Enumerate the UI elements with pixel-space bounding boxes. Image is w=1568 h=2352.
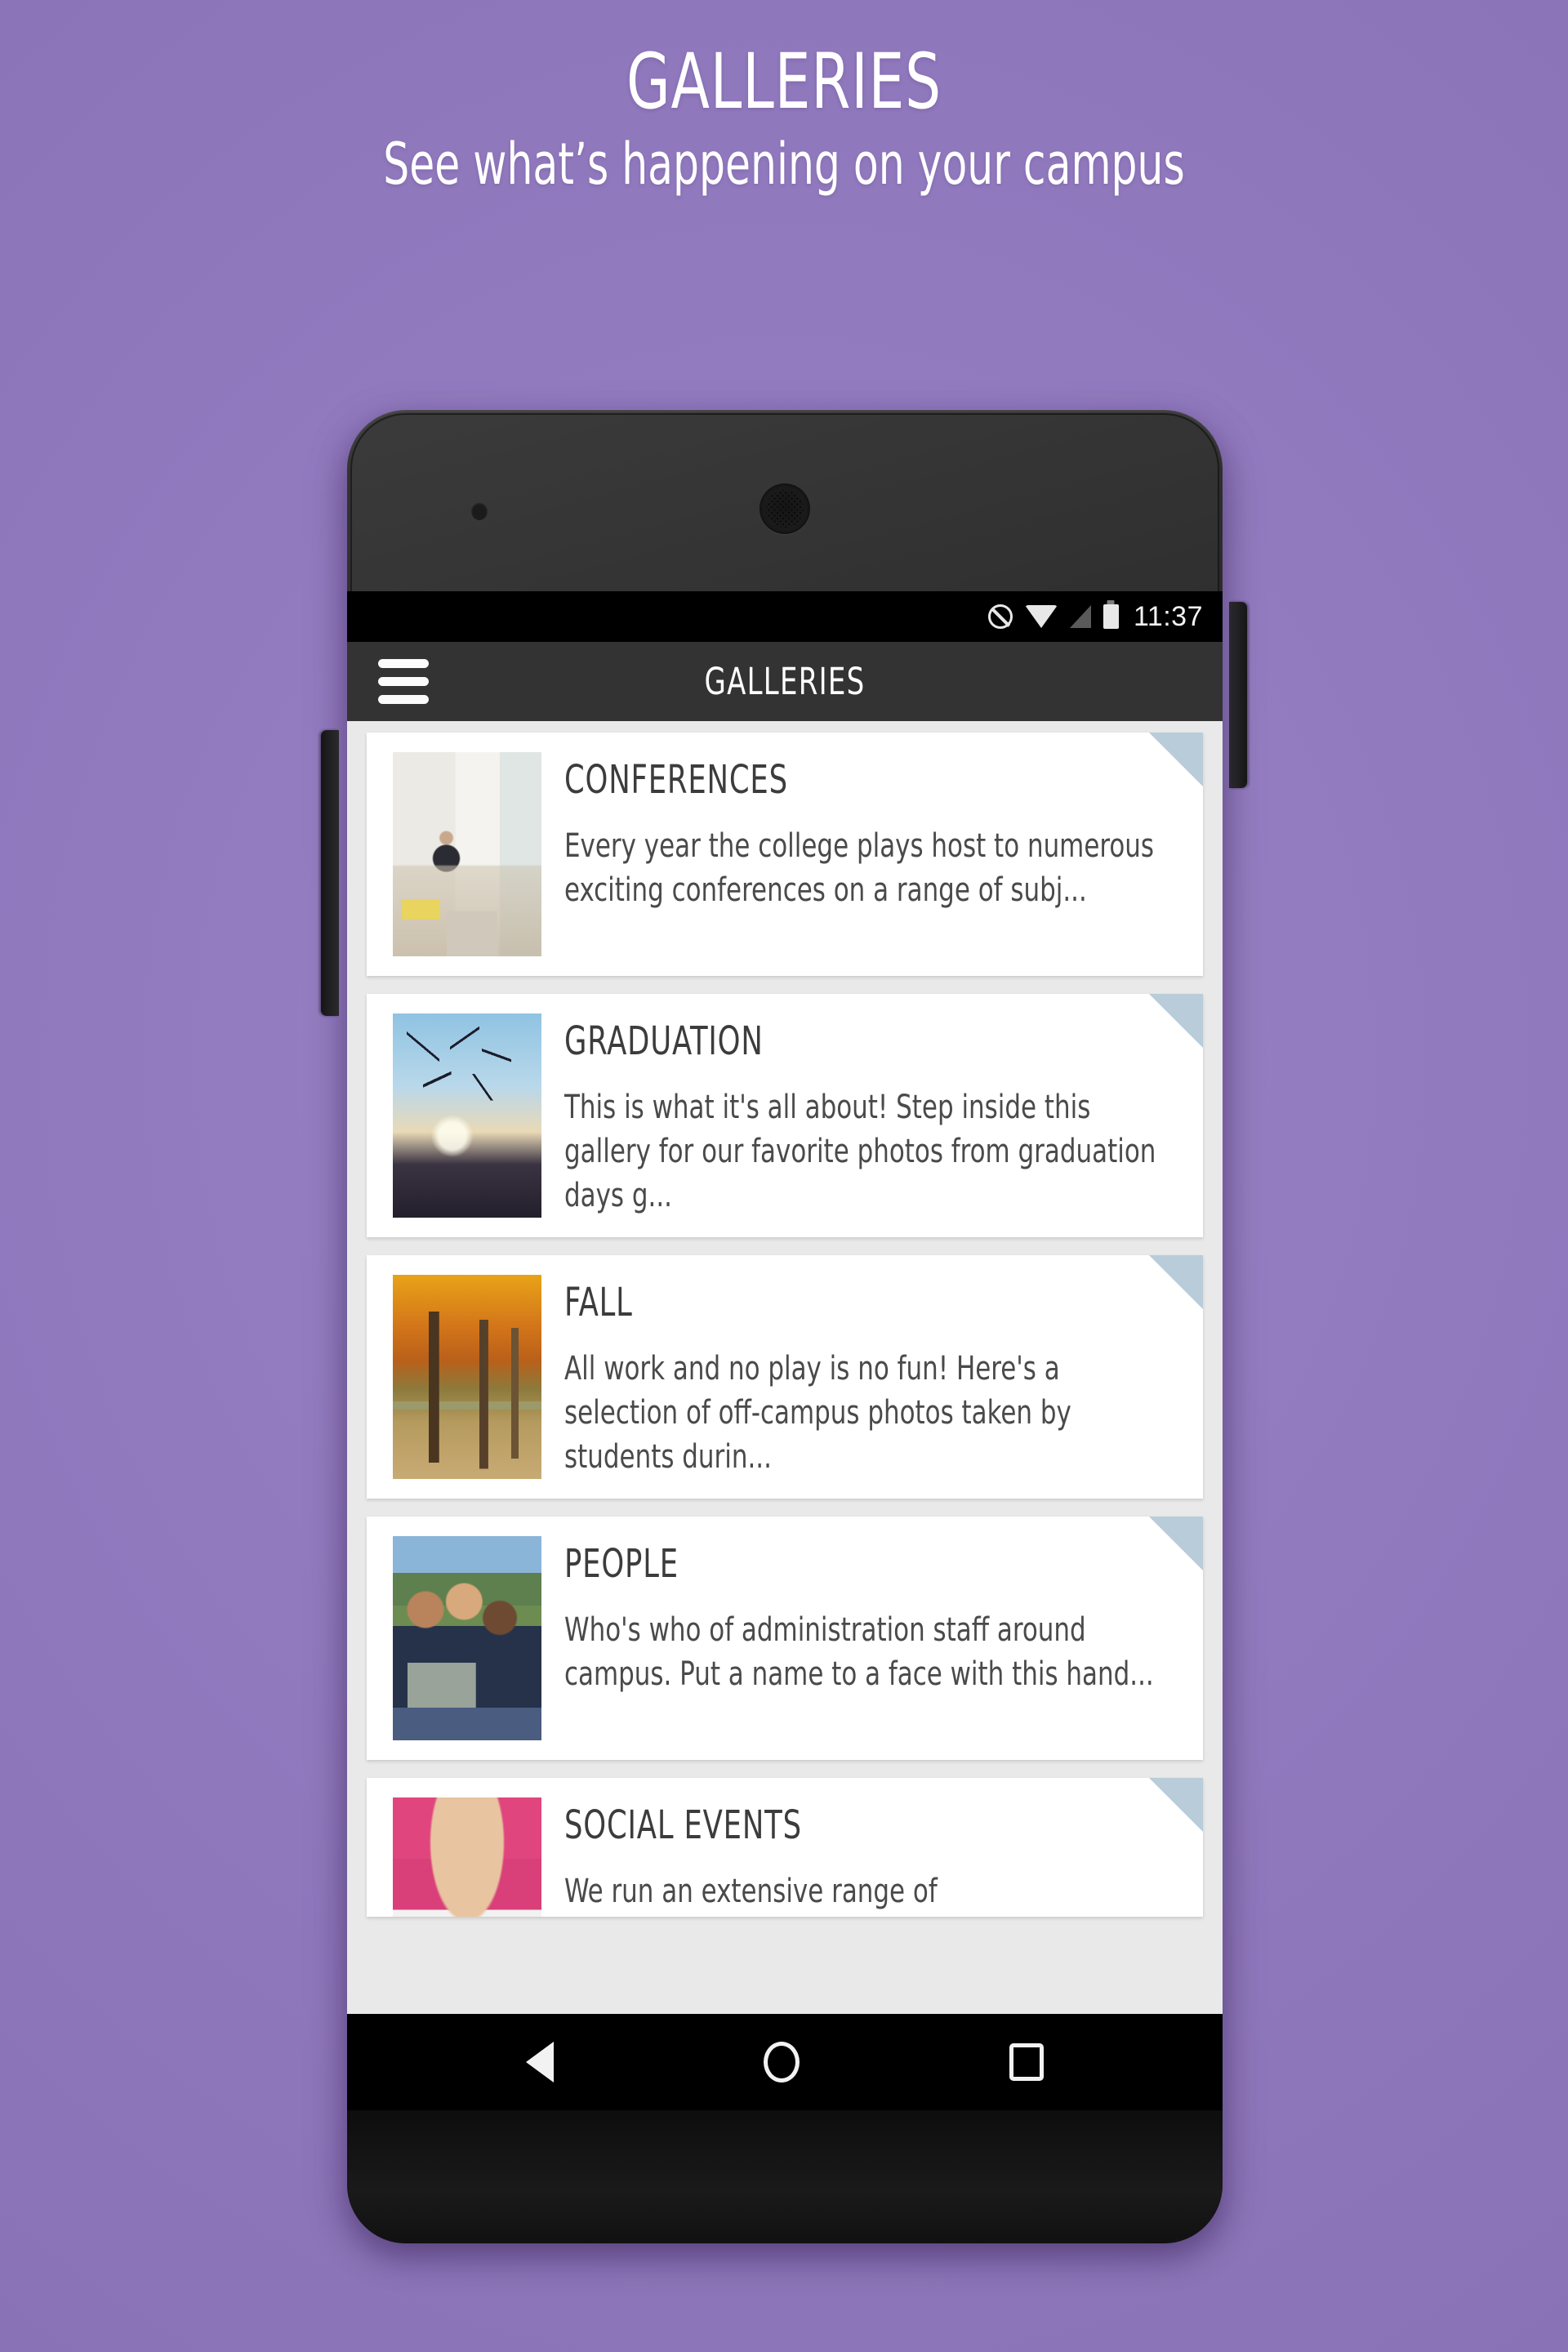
list-item[interactable]: SOCIAL EVENTS We run an extensive range … — [367, 1778, 1203, 1917]
gallery-title: PEOPLE — [564, 1541, 679, 1587]
list-item[interactable]: FALL All work and no play is no fun! Her… — [367, 1255, 1203, 1499]
corner-flag-icon — [1149, 1517, 1203, 1570]
corner-flag-icon — [1149, 733, 1203, 786]
phone-chin — [347, 2110, 1223, 2243]
gallery-description: We run an extensive range of — [564, 1873, 938, 1910]
gallery-description: This is what it's all about! Step inside… — [564, 1089, 1156, 1214]
gallery-description: Who's who of administration staff around… — [564, 1611, 1154, 1693]
gallery-thumbnail — [393, 1013, 541, 1218]
phone-screen: 11:37 GALLERIES CONFERENCES Every year t… — [347, 591, 1223, 2110]
gallery-thumbnail — [393, 1536, 541, 1740]
gallery-description: Every year the college plays host to num… — [564, 827, 1155, 909]
gallery-title: GRADUATION — [564, 1018, 764, 1064]
gallery-thumbnail — [393, 1797, 541, 1917]
gallery-title: SOCIAL EVENTS — [564, 1802, 802, 1848]
gallery-description: All work and no play is no fun! Here's a… — [564, 1350, 1071, 1476]
phone-body: 11:37 GALLERIES CONFERENCES Every year t… — [347, 410, 1223, 2243]
promo-title: GALLERIES — [626, 38, 942, 127]
list-item[interactable]: CONFERENCES Every year the college plays… — [367, 733, 1203, 976]
earpiece-speaker-icon — [760, 483, 810, 534]
wifi-icon — [1024, 605, 1058, 628]
app-bar: GALLERIES — [347, 642, 1223, 721]
corner-flag-icon — [1149, 1255, 1203, 1309]
home-icon[interactable] — [763, 2042, 800, 2082]
list-item[interactable]: PEOPLE Who's who of administration staff… — [367, 1517, 1203, 1760]
phone-mockup: 11:37 GALLERIES CONFERENCES Every year t… — [306, 394, 1262, 2272]
back-icon[interactable] — [525, 2042, 554, 2082]
do-not-disturb-icon — [987, 604, 1013, 629]
status-bar-clock: 11:37 — [1133, 600, 1203, 632]
gallery-title: FALL — [564, 1280, 633, 1325]
signal-icon — [1069, 605, 1091, 628]
gallery-title: CONFERENCES — [564, 757, 788, 803]
promo-header: GALLERIES See what’s happening on your c… — [0, 0, 1568, 195]
front-camera-icon — [471, 502, 488, 520]
android-nav-bar — [347, 2014, 1223, 2110]
gallery-thumbnail — [393, 1275, 541, 1479]
hamburger-menu-icon[interactable] — [378, 659, 429, 704]
gallery-thumbnail — [393, 752, 541, 956]
list-item[interactable]: GRADUATION This is what it's all about! … — [367, 994, 1203, 1237]
recents-icon[interactable] — [1009, 2043, 1045, 2081]
power-button[interactable] — [1229, 602, 1247, 788]
promo-subtitle: See what’s happening on your campus — [383, 130, 1185, 198]
battery-icon — [1102, 604, 1119, 629]
gallery-list[interactable]: CONFERENCES Every year the college plays… — [347, 721, 1223, 2014]
status-bar: 11:37 — [347, 591, 1223, 642]
page-title: GALLERIES — [704, 660, 866, 703]
corner-flag-icon — [1149, 994, 1203, 1048]
corner-flag-icon — [1149, 1778, 1203, 1832]
volume-rocker-button[interactable] — [321, 730, 339, 1016]
